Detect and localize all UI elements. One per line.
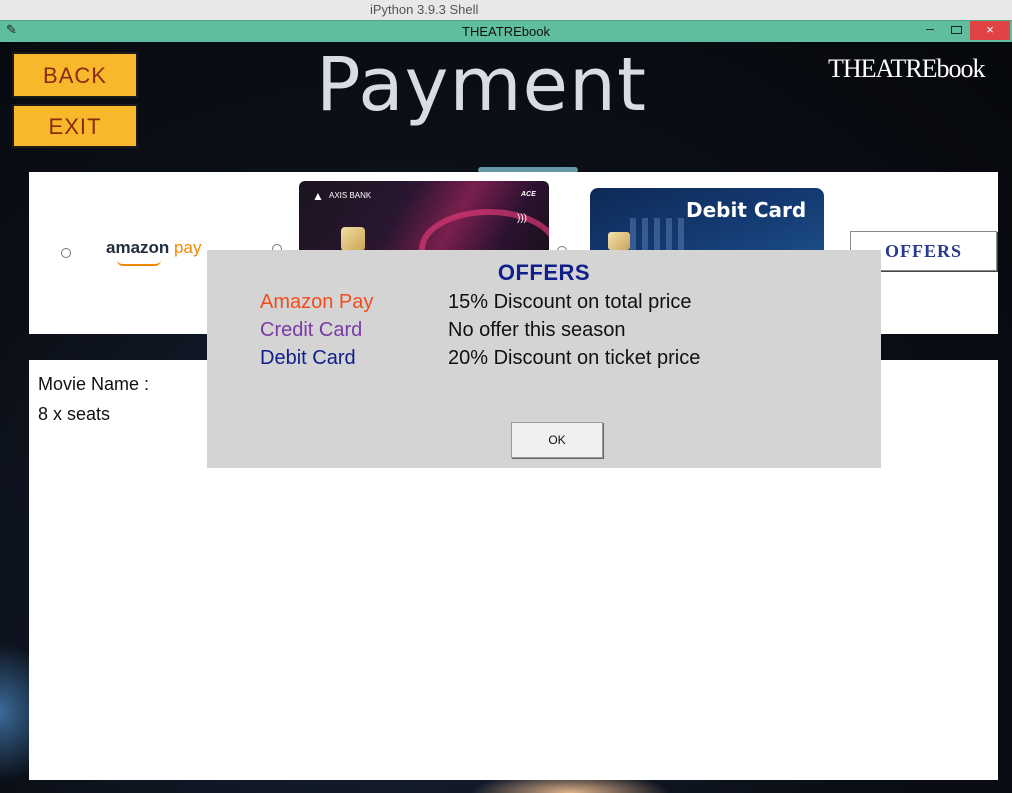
amazon-pay-suffix: pay [174, 238, 202, 257]
offer-label: Credit Card [260, 319, 363, 341]
axis-bank-logo-icon: ▲ [312, 189, 324, 203]
offer-value: No offer this season [448, 319, 626, 341]
ok-button[interactable]: OK [511, 422, 603, 458]
exit-button[interactable]: EXIT [12, 104, 138, 148]
screen: iPython 3.9.3 Shell ✎ THEATREbook – × BA… [0, 0, 1012, 793]
offers-dialog: OFFERS Amazon Pay 15% Discount on total p… [207, 250, 881, 468]
amazon-pay-logo[interactable]: amazon pay [106, 238, 201, 258]
offer-label: Debit Card [260, 347, 356, 369]
amazon-smile-icon [117, 260, 161, 266]
credit-card-variant: ACE [521, 191, 536, 198]
window-title: THEATREbook [462, 24, 550, 39]
brand-logo: THEATREbook [828, 54, 986, 83]
background-window-title: iPython 3.9.3 Shell [370, 2, 479, 17]
page-title: Payment [316, 42, 647, 128]
contactless-icon: ))) [517, 213, 527, 224]
maximize-button[interactable] [944, 21, 968, 39]
amazon-pay-radio[interactable] [61, 248, 71, 258]
back-button[interactable]: BACK [12, 52, 138, 98]
offer-label: Amazon Pay [260, 291, 374, 313]
seats-count: 8 x seats [38, 404, 111, 424]
amazon-word: amazon [106, 238, 170, 257]
offer-row-amazon: Amazon Pay 15% Discount on total price [260, 291, 691, 314]
window-titlebar[interactable]: ✎ THEATREbook – × [0, 20, 1012, 42]
dialog-title: OFFERS [497, 260, 591, 285]
offer-row-debit: Debit Card 20% Discount on ticket price [260, 347, 700, 370]
offer-value: 20% Discount on ticket price [448, 347, 701, 369]
background-window: iPython 3.9.3 Shell [0, 0, 1012, 20]
offer-row-credit: Credit Card No offer this season [260, 319, 626, 342]
minimize-button[interactable]: – [918, 21, 942, 39]
maximize-icon [950, 26, 962, 34]
chip-icon [608, 232, 630, 250]
offer-value: 15% Discount on total price [448, 291, 692, 313]
debit-card-title: Debit Card [686, 198, 807, 222]
chip-icon [341, 227, 365, 251]
close-button[interactable]: × [970, 21, 1010, 40]
movie-name-label: Movie Name : [38, 374, 150, 394]
credit-card-bank: AXIS BANK [329, 191, 372, 200]
